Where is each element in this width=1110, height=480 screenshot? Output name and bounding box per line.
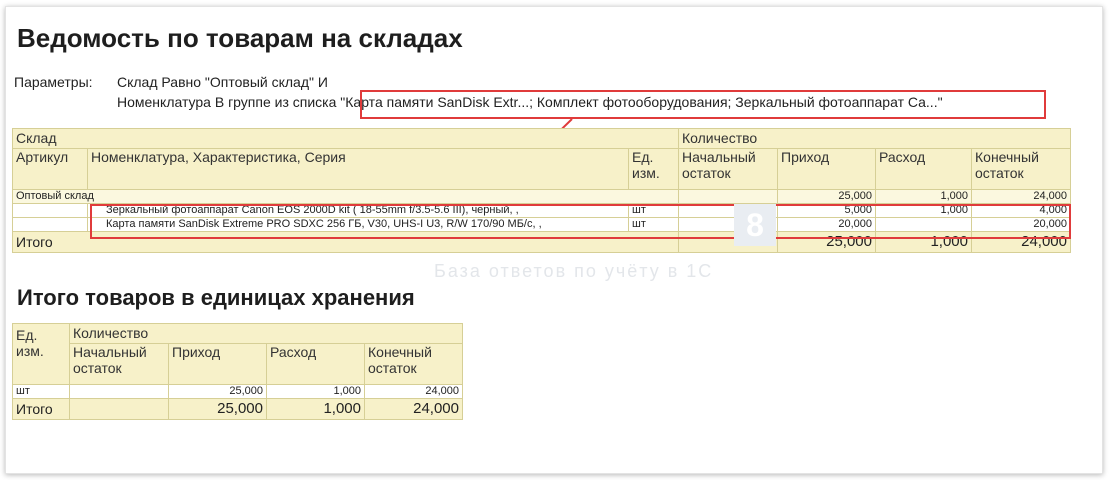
report-frame: Ведомость по товарам на складах Параметр… [5,6,1103,474]
total-kon: 24,000 [971,231,1071,253]
row-artikul [12,217,88,232]
header-kon-ostatok: Конечный остаток [971,148,1071,190]
header-ed-izm: Ед. изм. [628,148,679,190]
units-section-title: Итого товаров в единицах хранения [17,285,415,310]
units-header-rashod: Расход [266,343,365,385]
units-row-rashod: 1,000 [266,384,365,399]
row-kon: 20,000 [971,217,1071,232]
units-row-kon: 24,000 [364,384,463,399]
row-rashod: 1,000 [875,203,972,218]
row-unit: шт [628,203,679,218]
row-nach [678,217,778,232]
group-row-nach [678,189,778,204]
units-row-nach [69,384,169,399]
main-report-table: Склад Количество Артикул Номенклатура, Х… [12,128,1071,253]
watermark-text: База ответов по учёту в 1С [434,261,714,281]
units-total-label: Итого [12,398,70,420]
header-sklad: Склад [12,128,679,149]
units-total-kon: 24,000 [364,398,463,420]
header-artikul: Артикул [12,148,88,190]
header-nomenklatura: Номенклатура, Характеристика, Серия [87,148,629,190]
group-row-kon: 24,000 [971,189,1071,204]
units-total-rashod: 1,000 [266,398,365,420]
param-line-nomenclature: Номенклатура В группе из списка "Карта п… [117,94,943,110]
table-row[interactable]: шт 25,000 1,000 24,000 [12,384,463,399]
units-header-prihod: Приход [168,343,267,385]
total-prihod: 25,000 [777,231,876,253]
table-row[interactable]: Карта памяти SanDisk Extreme PRO SDXC 25… [12,217,1071,232]
row-nomenklatura: Карта памяти SanDisk Extreme PRO SDXC 25… [87,217,629,232]
group-row-name: Оптовый склад [12,189,679,204]
units-header-kon-ostatok: Конечный остаток [364,343,463,385]
param-line-warehouse: Склад Равно "Оптовый склад" И [117,74,328,90]
total-nach [678,231,778,253]
units-row-unit: шт [12,384,70,399]
group-row-prihod: 25,000 [777,189,876,204]
row-prihod: 5,000 [777,203,876,218]
row-unit: шт [628,217,679,232]
row-nomenklatura: Зеркальный фотоаппарат Canon EOS 2000D k… [87,203,629,218]
units-total-nach [69,398,169,420]
row-artikul [12,203,88,218]
units-header-kolichestvo: Количество [69,323,463,344]
units-header-ed-izm: Ед. изм. [12,323,70,385]
params-label: Параметры: [14,74,93,90]
units-summary-table: Ед. изм. Количество Начальный остаток Пр… [12,323,463,420]
row-nach [678,203,778,218]
header-rashod: Расход [875,148,972,190]
row-rashod [875,217,972,232]
table-row[interactable]: Зеркальный фотоаппарат Canon EOS 2000D k… [12,203,1071,218]
header-nach-ostatok: Начальный остаток [678,148,778,190]
group-row-rashod: 1,000 [875,189,972,204]
row-prihod: 20,000 [777,217,876,232]
units-total-row: Итого 25,000 1,000 24,000 [12,398,463,420]
units-header-nach-ostatok: Начальный остаток [69,343,169,385]
param-line-value: "Карта памяти SanDisk Extr...; Комплект … [340,94,943,110]
param-line-prefix: Номенклатура В группе из списка [117,94,341,110]
row-kon: 4,000 [971,203,1071,218]
total-row: Итого 25,000 1,000 24,000 [12,231,1071,253]
header-prihod: Приход [777,148,876,190]
total-rashod: 1,000 [875,231,972,253]
units-total-prihod: 25,000 [168,398,267,420]
report-title: Ведомость по товарам на складах [17,23,463,53]
total-label: Итого [12,231,679,253]
header-kolichestvo: Количество [678,128,1071,149]
group-row[interactable]: Оптовый склад 25,000 1,000 24,000 [12,189,1071,204]
units-row-prihod: 25,000 [168,384,267,399]
